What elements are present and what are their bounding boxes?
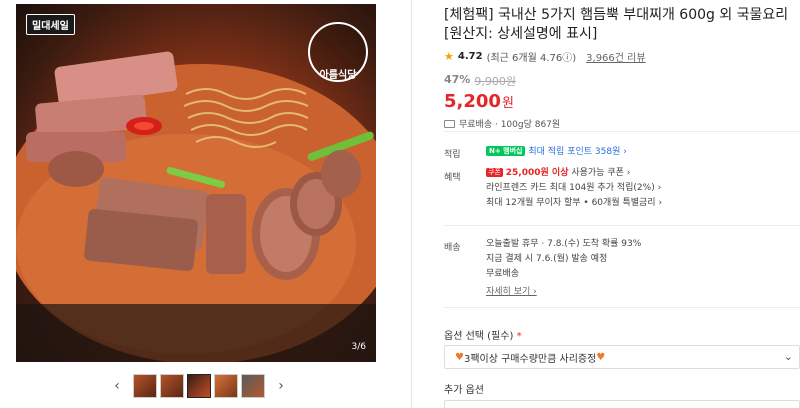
truck-icon [444, 119, 455, 128]
earn-label: 적립 [444, 150, 461, 160]
coupon-threshold: 25,000원 이상 [505, 168, 569, 178]
perk-body: 쿠폰 25,000원 이상 사용가능 쿠폰 › 라인프렌즈 카드 최대 104원… [486, 166, 662, 211]
heart-icon: ♥ [596, 351, 606, 363]
image-page-indicator: 3/6 [351, 342, 366, 352]
option-select-text: 옵션 선택 (필수) [444, 331, 514, 342]
divider [444, 307, 800, 308]
chevron-left-icon[interactable]: ‹ [110, 374, 124, 398]
delivery-body: 오늘출발 휴무 · 7.8.(수) 도착 확률 93% 지금 결제 시 7.6.… [486, 237, 641, 300]
option-select[interactable]: ♥ 3팩이상 구매수량만큼 사리증정 ♥ ⌄ [444, 345, 800, 369]
shipping-text: 무료배송 · 100g당 867원 [459, 120, 561, 130]
earn-body[interactable]: N+ 멤버십 최대 적립 포인트 358원 › [486, 145, 627, 160]
thumbnail-4[interactable] [214, 374, 238, 398]
column-divider [411, 0, 412, 408]
heart-icon: ♥ [455, 351, 464, 363]
original-price: 9,900원 [474, 75, 516, 88]
thumbnail-3[interactable] [187, 374, 211, 398]
delivery-eta: 오늘출발 휴무 · 7.8.(수) 도착 확률 93% [486, 239, 642, 249]
coupon-row[interactable]: 쿠폰 25,000원 이상 사용가능 쿠폰 › [486, 166, 662, 181]
thumbnail-5[interactable] [241, 374, 265, 398]
delivery-fee: 무료배송 [486, 269, 520, 279]
coupon-text: 사용가능 쿠폰 › [568, 168, 631, 178]
option-selected-value: 3팩이상 구매수량만큼 사리증정 [463, 353, 597, 365]
sale-price: 5,200 [444, 91, 501, 112]
star-icon: ★ [444, 50, 454, 63]
rating-value: 4.72 [457, 51, 483, 62]
rating-detail: (최근 6개월 4.76ⓘ) [486, 53, 577, 64]
review-count-link[interactable]: 3,966건 리뷰 [586, 49, 645, 64]
store-logo-label: 아름식당 [319, 70, 357, 81]
delivery-dispatch: 지금 결제 시 7.6.(월) 발송 예정 [486, 254, 608, 264]
rating-row: ★ 4.72 (최근 6개월 4.76ⓘ) 3,966건 리뷰 [444, 49, 800, 64]
add-option-label: 추가 옵션 [444, 385, 484, 396]
card-point-row[interactable]: 라인프렌즈 카드 최대 104원 추가 적립(2%) › [486, 181, 662, 196]
price-row: 5,200 원 [444, 91, 800, 112]
shipping-row: 무료배송 · 100g당 867원 [444, 117, 800, 130]
divider [444, 225, 800, 226]
coupon-badge: 쿠폰 [486, 168, 503, 177]
thumbnail-1[interactable] [133, 374, 157, 398]
product-gallery: 밀대세일 아름식당 3/6 [16, 4, 376, 362]
product-title: [체험팩] 국내산 5가지 햄듬뿍 부대찌개 600g 외 국물요리 [원산지:… [444, 7, 789, 42]
required-mark: * [516, 331, 522, 342]
chevron-down-icon: ⌄ [783, 350, 793, 363]
membership-badge: N+ 멤버십 [486, 146, 526, 156]
chevron-right-icon[interactable]: › [274, 374, 288, 398]
brand-tag: 밀대세일 [26, 14, 75, 35]
add-option-select[interactable] [444, 400, 800, 408]
option-select-label: 옵션 선택 (필수) * [444, 327, 522, 342]
currency-unit: 원 [501, 96, 514, 111]
installment-row[interactable]: 최대 12개월 무이자 할부 • 60개월 특별금리 › [486, 196, 662, 211]
perk-label: 혜택 [444, 173, 461, 183]
thumbnail-strip: ‹ › [110, 374, 288, 398]
divider [444, 131, 800, 132]
main-product-image[interactable]: 밀대세일 아름식당 3/6 [16, 4, 376, 362]
discount-row: 47% 9,900원 [444, 73, 800, 89]
discount-percent: 47% [444, 73, 471, 86]
thumbnail-2[interactable] [160, 374, 184, 398]
delivery-label: 배송 [444, 243, 461, 253]
earn-point-link[interactable]: 최대 적립 포인트 358원 › [528, 147, 626, 157]
product-info: [체험팩] 국내산 5가지 햄듬뿍 부대찌개 600g 외 국물요리 [원산지:… [444, 6, 800, 130]
delivery-more-link[interactable]: 자세히 보기 › [486, 287, 537, 297]
